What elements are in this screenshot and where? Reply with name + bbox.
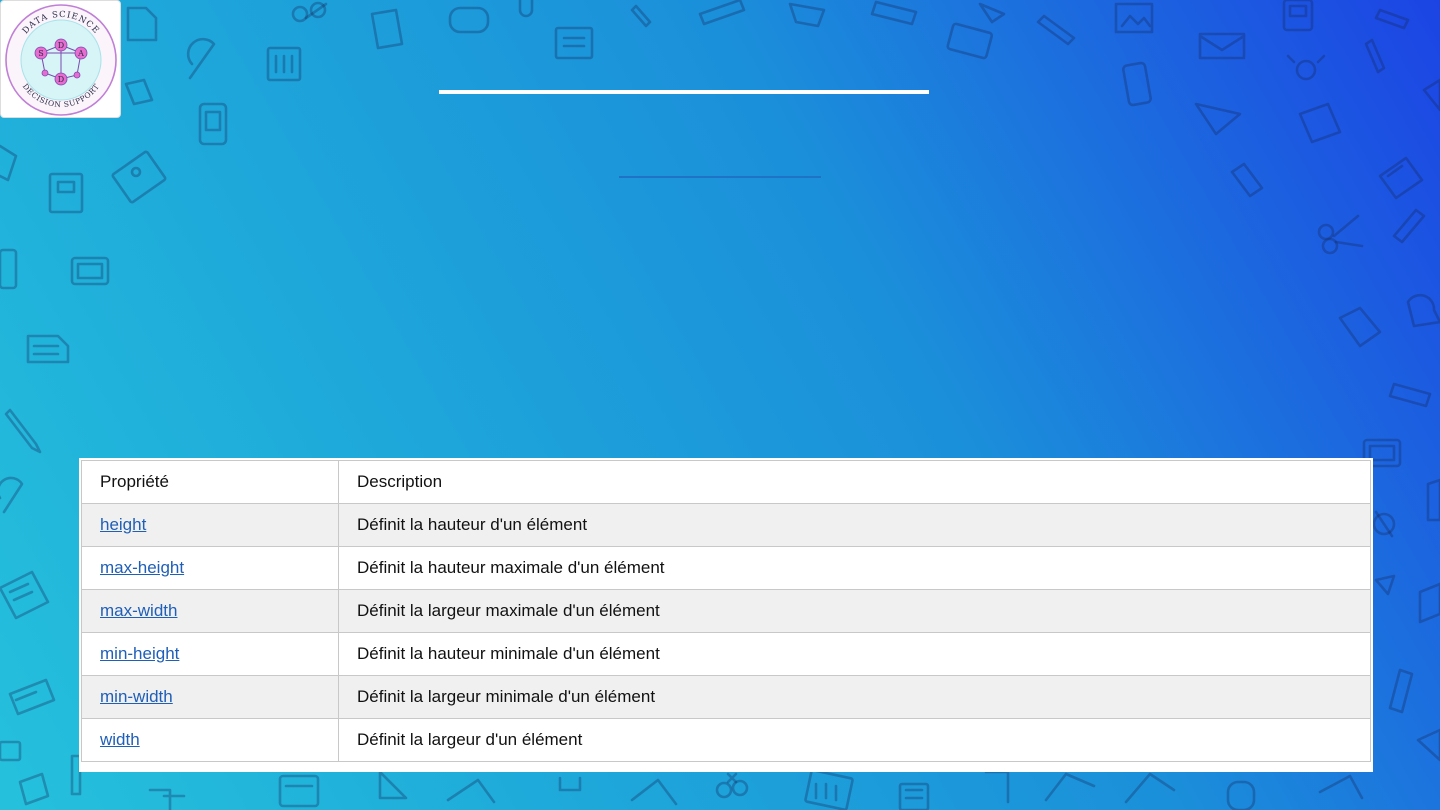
property-link-max-width[interactable]: max-width (81, 589, 339, 633)
table-row: max-height Définit la hauteur maximale d… (81, 546, 1371, 590)
property-link-min-height[interactable]: min-height (81, 632, 339, 676)
property-link-height[interactable]: height (81, 503, 339, 547)
column-header-property: Propriété (81, 460, 339, 504)
description-cell: Définit la largeur minimale d'un élément (338, 675, 1371, 719)
column-header-description: Description (338, 460, 1371, 504)
title-underline (439, 90, 929, 94)
property-link-width[interactable]: width (81, 718, 339, 762)
table-row: min-width Définit la largeur minimale d'… (81, 675, 1371, 719)
table-row: height Définit la hauteur d'un élément (81, 503, 1371, 547)
description-cell: Définit la hauteur d'un élément (338, 503, 1371, 547)
logo-letter-s: S (38, 49, 43, 58)
property-link-max-height[interactable]: max-height (81, 546, 339, 590)
subtitle-underline (619, 176, 821, 178)
data-science-decision-support-logo: DATA SCIENCE DECISION SUPPORT S D A D (0, 0, 121, 118)
table-header-row: Propriété Description (81, 460, 1371, 504)
css-dimension-properties-table: Propriété Description height Définit la … (79, 458, 1373, 772)
description-cell: Définit la largeur maximale d'un élément (338, 589, 1371, 633)
table-row: width Définit la largeur d'un élément (81, 718, 1371, 762)
description-cell: Définit la largeur d'un élément (338, 718, 1371, 762)
table-row: max-width Définit la largeur maximale d'… (81, 589, 1371, 633)
logo-letter-d: D (58, 41, 64, 50)
property-link-min-width[interactable]: min-width (81, 675, 339, 719)
logo-letter-d-bottom: D (58, 75, 64, 84)
description-cell: Définit la hauteur maximale d'un élément (338, 546, 1371, 590)
table-row: min-height Définit la hauteur minimale d… (81, 632, 1371, 676)
logo-emblem: DATA SCIENCE DECISION SUPPORT S D A D (5, 4, 117, 116)
logo-letter-a: A (77, 49, 84, 58)
description-cell: Définit la hauteur minimale d'un élément (338, 632, 1371, 676)
